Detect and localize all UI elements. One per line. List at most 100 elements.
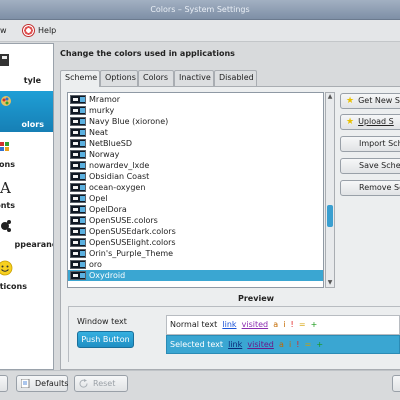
preview-title: Preview (238, 294, 275, 303)
link-text: link (222, 320, 237, 329)
preview-push-button[interactable]: Push Button (77, 331, 134, 348)
star-icon: ★ (346, 96, 355, 106)
scheme-swatch (70, 150, 86, 159)
scheme-name: Norway (89, 150, 120, 159)
scheme-list[interactable]: Mramor murky Navy Blue (xiorone) Neat Ne… (67, 92, 324, 288)
preview-normal-row: Normal text link visited a i ! = + (166, 315, 400, 335)
upload-scheme-button[interactable]: ★ Upload S (340, 114, 400, 130)
list-item[interactable]: OpenSUSElight.colors (68, 237, 323, 248)
scheme-name: Neat (89, 128, 108, 137)
help-button-partial[interactable] (0, 375, 8, 392)
svg-text:A: A (0, 179, 11, 197)
scheme-name: OpelDora (89, 205, 127, 214)
scroll-up-icon[interactable]: ▲ (326, 93, 334, 101)
defaults-button[interactable]: Defaults (16, 375, 68, 392)
tab-disabled[interactable]: Disabled (214, 70, 257, 86)
list-item[interactable]: OpelDora (68, 204, 323, 215)
save-scheme-button[interactable]: Save Sche (340, 158, 400, 174)
upload-label: Upload S (358, 117, 394, 126)
selected-text: Selected text (170, 340, 224, 349)
normal-text: Normal text (170, 320, 218, 329)
list-item[interactable]: Opel (68, 193, 323, 204)
window-text-label: Window text (77, 317, 127, 326)
list-item[interactable]: Orin's_Purple_Theme (68, 248, 323, 259)
get-new-label: Get New S (358, 96, 400, 105)
sidebar-item-colors[interactable]: olors (0, 91, 53, 132)
list-item[interactable]: ocean-oxygen (68, 182, 323, 193)
list-item[interactable]: Neat (68, 127, 323, 138)
tab-options[interactable]: Options (100, 70, 138, 86)
menu-item-partial[interactable]: w (0, 24, 7, 38)
help-icon (22, 24, 35, 37)
colors-icon (1, 96, 11, 106)
tab-inactive[interactable]: Inactive (174, 70, 214, 86)
scheme-swatch (70, 106, 86, 115)
tab-scheme[interactable]: Scheme (60, 70, 100, 87)
scheme-name: ocean-oxygen (89, 183, 146, 192)
list-item[interactable]: NetBlueSD (68, 138, 323, 149)
list-item[interactable]: oro (68, 259, 323, 270)
sidebar-item-style[interactable]: tyle (0, 48, 53, 89)
positive-text: + (310, 320, 318, 329)
sidebar-item-appearance[interactable]: ppearance (0, 214, 53, 255)
visited-text: visited (247, 340, 274, 349)
active-text: a (273, 320, 279, 329)
get-new-schemes-button[interactable]: ★ Get New S (340, 93, 400, 109)
sidebar-item-label: onts (0, 201, 15, 210)
tab-colors[interactable]: Colors (138, 70, 174, 86)
window-titlebar[interactable]: Colors – System Settings (0, 0, 400, 20)
scheme-swatch (70, 95, 86, 104)
sidebar-item-fonts[interactable]: A onts (0, 175, 53, 216)
emoticons-icon (0, 260, 13, 276)
scheme-name: oro (89, 260, 102, 269)
sidebar: tyle olors ons A onts ppearance ticons (0, 43, 54, 370)
scheme-list-scrollbar[interactable]: ▲ ▼ (325, 92, 335, 288)
list-item[interactable]: murky (68, 105, 323, 116)
preview-normal-text: Normal text link visited a i ! = + (170, 316, 317, 334)
list-item[interactable]: OpenSUSEdark.colors (68, 226, 323, 237)
scheme-swatch (70, 194, 86, 203)
list-item[interactable]: Navy Blue (xiorone) (68, 116, 323, 127)
menu-item-help[interactable]: Help (22, 24, 56, 38)
list-item[interactable]: nowardev_lxde (68, 160, 323, 171)
scheme-name: Oxydroid (89, 271, 126, 280)
list-item[interactable]: Obsidian Coast (68, 171, 323, 182)
star-icon: ★ (346, 117, 355, 127)
preview-selected-row: Selected text link visited a i ! = + (166, 335, 400, 354)
scrollbar-thumb[interactable] (327, 205, 333, 227)
sidebar-item-label: ticons (0, 282, 27, 291)
list-item[interactable]: OpenSUSE.colors (68, 215, 323, 226)
defaults-icon (21, 379, 30, 388)
scheme-swatch (70, 216, 86, 225)
neutral-text: = (304, 340, 312, 349)
remove-scheme-button[interactable]: Remove Sc (340, 180, 400, 196)
list-item[interactable]: Norway (68, 149, 323, 160)
scheme-swatch (70, 128, 86, 137)
apply-button-partial[interactable] (392, 375, 400, 392)
import-scheme-button[interactable]: Import Sch (340, 136, 400, 152)
window-title: Colors – System Settings (150, 5, 250, 14)
sidebar-item-emoticons[interactable]: ticons (0, 256, 53, 297)
reset-button[interactable]: Reset (74, 375, 128, 392)
active-text: a (278, 340, 284, 349)
list-item-selected[interactable]: Oxydroid (68, 270, 323, 281)
defaults-label: Defaults (35, 379, 69, 388)
scheme-name: OpenSUSEdark.colors (89, 227, 176, 236)
inactive-text: i (288, 340, 292, 349)
scroll-down-icon[interactable]: ▼ (326, 279, 334, 287)
menu-help-label: Help (38, 26, 57, 35)
scheme-name: OpenSUSElight.colors (89, 238, 176, 247)
reset-label: Reset (93, 379, 116, 388)
list-item[interactable]: Mramor (68, 94, 323, 105)
preview-selected-text: Selected text link visited a i ! = + (170, 336, 323, 354)
scheme-name: Obsidian Coast (89, 172, 150, 181)
scheme-name: Opel (89, 194, 108, 203)
scheme-swatch (70, 271, 86, 280)
scheme-swatch (70, 205, 86, 214)
negative-text: ! (290, 320, 294, 329)
scheme-swatch (70, 227, 86, 236)
negative-text: ! (296, 340, 300, 349)
scheme-name: murky (89, 106, 115, 115)
icons-icon (0, 142, 9, 151)
sidebar-item-icons[interactable]: ons (0, 134, 53, 175)
